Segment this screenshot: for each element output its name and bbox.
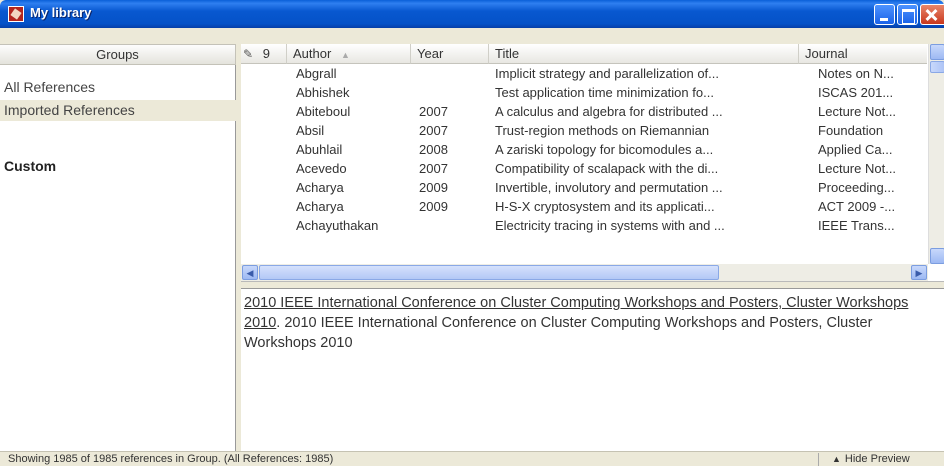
status-bar: Showing 1985 of 1985 references in Group… (0, 451, 944, 466)
author-cell: Abhishek (296, 85, 350, 100)
groups-panel: Groups All References Imported Reference… (0, 44, 236, 451)
year-cell: 2009 (419, 180, 448, 195)
journal-cell: ACT 2009 -... (818, 199, 896, 214)
journal-cell: Lecture Not... (818, 104, 897, 119)
scroll-right-icon[interactable]: ▶ (911, 265, 927, 280)
year-cell: 2007 (419, 104, 448, 119)
journal-cell: Notes on N... (818, 66, 894, 81)
title-cell: Trust-region methods on Riemannian (495, 123, 710, 138)
journal-column-header[interactable]: Journal (799, 44, 927, 64)
author-cell: Achayuthakan (296, 218, 379, 233)
journal-cell: ISCAS 201... (818, 85, 894, 100)
author-cell: Abuhlail (296, 142, 343, 157)
author-cell: Absil (296, 123, 325, 138)
table-row[interactable]: Acharya 2009 H-S-X cryptosystem and its … (241, 197, 927, 216)
title-cell: Electricity tracing in systems with and … (495, 218, 725, 233)
group-all-references[interactable]: All References (0, 77, 236, 98)
table-row[interactable]: Acharya 2009 Invertible, involutory and … (241, 178, 927, 197)
title-cell: Implicit strategy and parallelization of… (495, 66, 719, 81)
app-icon (8, 6, 24, 22)
table-row[interactable]: Abgrall Implicit strategy and paralleliz… (241, 64, 927, 83)
table-vertical-scrollbar[interactable] (928, 44, 944, 264)
author-column-header[interactable]: Author ▲ (287, 44, 411, 64)
title-bar[interactable]: My library (0, 0, 944, 28)
year-cell: 2009 (419, 199, 448, 214)
author-column-label: Author (293, 46, 332, 61)
year-cell: 2007 (419, 161, 448, 176)
rating-column-label: 9 (262, 46, 270, 61)
app-window: My library Groups All References Importe… (0, 0, 944, 466)
title-cell: A calculus and algebra for distributed .… (495, 104, 723, 119)
title-cell: Compatibility of scalapack with the di..… (495, 161, 719, 176)
author-cell: Abiteboul (296, 104, 351, 119)
author-cell: Acevedo (296, 161, 347, 176)
minimize-button[interactable] (874, 4, 895, 25)
title-cell: Invertible, involutory and permutation .… (495, 180, 723, 195)
journal-cell: IEEE Trans... (818, 218, 895, 233)
horizontal-scroll-thumb[interactable] (259, 265, 719, 280)
table-row[interactable]: Abuhlail 2008 A zariski topology for bic… (241, 140, 927, 159)
year-cell: 2008 (419, 142, 448, 157)
preview-pane: 2010 IEEE International Conference on Cl… (241, 288, 944, 451)
year-cell: 2007 (419, 123, 448, 138)
scroll-left-icon[interactable]: ◀ (242, 265, 258, 280)
preview-citation: 2010 IEEE International Conference on Cl… (244, 293, 940, 353)
attachment-icon: ✎ (243, 47, 254, 61)
journal-cell: Lecture Not... (818, 161, 897, 176)
author-cell: Abgrall (296, 66, 337, 81)
year-column-header[interactable]: Year (411, 44, 489, 64)
close-button[interactable] (920, 4, 944, 25)
window-title: My library (30, 5, 92, 20)
groups-header[interactable]: Groups (0, 44, 236, 65)
hide-preview-label: Hide Preview (844, 453, 910, 465)
maximize-button[interactable] (897, 4, 918, 25)
vertical-scroll-thumb[interactable] (930, 61, 944, 73)
hide-preview-button[interactable]: ▲ Hide Preview (832, 452, 910, 466)
status-divider (818, 453, 819, 466)
journal-cell: Foundation (818, 123, 884, 138)
group-custom-heading[interactable]: Custom (4, 158, 56, 174)
journal-cell: Applied Ca... (818, 142, 893, 157)
status-text: Showing 1985 of 1985 references in Group… (8, 453, 334, 465)
table-row[interactable]: Abhishek Test application time minimizat… (241, 83, 927, 102)
title-column-header[interactable]: Title (489, 44, 799, 64)
title-cell: Test application time minimization fo... (495, 85, 714, 100)
table-row[interactable]: Abiteboul 2007 A calculus and algebra fo… (241, 102, 927, 121)
table-row[interactable]: Absil 2007 Trust-region methods on Riema… (241, 121, 927, 140)
group-imported-references[interactable]: Imported References (0, 100, 236, 121)
title-cell: A zariski topology for bicomodules a... (495, 142, 714, 157)
triangle-up-icon: ▲ (832, 454, 841, 464)
sort-ascending-icon: ▲ (340, 50, 350, 60)
table-row[interactable]: Acevedo 2007 Compatibility of scalapack … (241, 159, 927, 178)
table-horizontal-scrollbar[interactable]: ◀ ▶ (241, 264, 928, 281)
scroll-up-icon[interactable] (930, 44, 944, 60)
icons-column-header[interactable]: ✎ 9 (241, 44, 287, 64)
table-row[interactable]: Achayuthakan Electricity tracing in syst… (241, 216, 927, 235)
references-table: ✎ 9 Author ▲ Year Title Journal Abgrall … (241, 44, 944, 282)
author-cell: Acharya (296, 180, 344, 195)
preview-citation-body: . 2010 IEEE International Conference on … (244, 315, 873, 351)
journal-cell: Proceeding... (818, 180, 895, 195)
title-cell: H-S-X cryptosystem and its applicati... (495, 199, 715, 214)
author-cell: Acharya (296, 199, 344, 214)
scroll-down-icon[interactable] (930, 248, 944, 264)
